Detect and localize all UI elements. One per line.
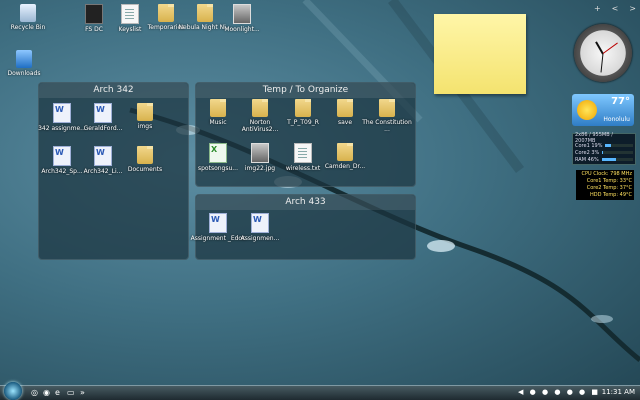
fence-item[interactable]: Documents bbox=[117, 146, 173, 173]
weather-gadget[interactable]: 77° Honolulu bbox=[572, 94, 634, 126]
clock-second-hand bbox=[602, 42, 618, 54]
add-gadget-button[interactable]: + bbox=[594, 4, 601, 16]
show-desktop-icon[interactable]: ▭ bbox=[67, 388, 75, 397]
cpu-row: Core2 3% bbox=[573, 149, 635, 156]
weather-city: Honolulu bbox=[603, 116, 630, 123]
folder-icon bbox=[158, 4, 174, 22]
fence-item[interactable]: imgs bbox=[117, 103, 173, 130]
fence-title: Arch 342 bbox=[39, 83, 188, 98]
clock-gadget[interactable] bbox=[574, 24, 632, 82]
folder-icon bbox=[210, 99, 226, 117]
weather-temperature: 77° bbox=[611, 96, 630, 107]
text-file-icon bbox=[121, 4, 139, 24]
desktop-icon-recycle-bin[interactable]: Recycle Bin bbox=[0, 4, 56, 31]
download-icon bbox=[16, 50, 32, 68]
image-icon bbox=[251, 143, 269, 163]
cpu-clock-readout: CPU Clock: 798 MHz bbox=[581, 171, 632, 177]
system-clock[interactable]: 11:31 AM bbox=[602, 388, 635, 396]
taskbar: ◎ ◉ e ▭ » ◀ ● ● ● ● ● ■ 11:31 AM bbox=[0, 382, 640, 400]
hardware-monitor-gadget[interactable]: CPU Clock: 798 MHz Core1 Temp: 33°C Core… bbox=[576, 170, 634, 200]
word-doc-icon bbox=[94, 103, 112, 123]
meter-bar bbox=[601, 158, 633, 161]
desktop-icon-downloads[interactable]: Downloads bbox=[0, 50, 52, 77]
meter-fill bbox=[601, 158, 617, 161]
explorer-quick-launch-icon[interactable]: ◉ bbox=[43, 388, 50, 397]
quick-launch-more-button[interactable]: » bbox=[80, 388, 85, 397]
fence-arch-342[interactable]: Arch 342 342 assignme... GeraldFord... i… bbox=[38, 82, 189, 260]
excel-icon bbox=[209, 143, 227, 163]
sticky-note-gadget[interactable] bbox=[434, 14, 526, 94]
desktop-icon-moonlight[interactable]: Moonlight... bbox=[214, 4, 270, 33]
volume-icon[interactable]: ● bbox=[554, 388, 562, 396]
sun-icon bbox=[577, 100, 597, 120]
messenger-icon[interactable]: ● bbox=[567, 388, 575, 396]
start-button[interactable] bbox=[4, 382, 22, 400]
folder-icon bbox=[197, 4, 213, 22]
fence-arch-433[interactable]: Arch 433 Assignment _Edoc Assignmen... bbox=[191, 194, 416, 260]
folder-icon bbox=[337, 143, 353, 161]
sidebar-controls: + < > bbox=[594, 4, 636, 16]
tray-expand-icon[interactable]: ◀ bbox=[518, 388, 525, 396]
previous-gadget-button[interactable]: < bbox=[612, 4, 619, 16]
meter-fill bbox=[605, 144, 611, 147]
internet-explorer-quick-launch-icon[interactable]: e bbox=[55, 388, 60, 397]
network-icon[interactable]: ● bbox=[542, 388, 550, 396]
meter-bar bbox=[602, 151, 633, 154]
fence-item[interactable]: The Constitution ... bbox=[359, 99, 415, 133]
clock-minute-hand bbox=[600, 53, 604, 73]
next-gadget-button[interactable]: > bbox=[629, 4, 636, 16]
fence-item[interactable]: Camden_Dr... bbox=[317, 143, 373, 170]
folder-icon bbox=[137, 146, 153, 164]
core2-temp-readout: Core2 Temp: 37°C bbox=[586, 185, 632, 191]
folder-icon bbox=[337, 99, 353, 117]
cpu-meter-gadget[interactable]: 2x86 / 955MB / 2007MB Core1 19% Core2 3%… bbox=[572, 132, 636, 165]
word-doc-icon bbox=[209, 213, 227, 233]
folder-icon bbox=[379, 99, 395, 117]
fence-title: Arch 433 bbox=[196, 195, 415, 210]
tray-icons: ◀ ● ● ● ● ● ■ bbox=[518, 388, 600, 396]
image-icon bbox=[233, 4, 251, 24]
fence-item[interactable]: Assignmen... bbox=[232, 213, 288, 242]
core1-temp-readout: Core1 Temp: 33°C bbox=[586, 178, 632, 184]
security-icon[interactable]: ● bbox=[579, 388, 587, 396]
word-doc-icon bbox=[53, 146, 71, 166]
cpu-row: RAM 46% bbox=[573, 156, 635, 163]
cpu-header: 2x86 / 955MB / 2007MB bbox=[575, 132, 613, 144]
meter-bar bbox=[605, 144, 633, 147]
firefox-quick-launch-icon[interactable]: ◎ bbox=[31, 388, 38, 397]
recycle-bin-icon bbox=[20, 4, 36, 22]
folder-icon bbox=[295, 99, 311, 117]
meter-fill bbox=[602, 151, 604, 154]
hdd-temp-readout: HDD Temp: 49°C bbox=[589, 192, 632, 198]
folder-icon bbox=[137, 103, 153, 121]
text-file-icon bbox=[294, 143, 312, 163]
fence-temp-to-organize[interactable]: Temp / To Organize Music Norton AntiViru… bbox=[195, 82, 416, 187]
word-doc-icon bbox=[94, 146, 112, 166]
word-doc-icon bbox=[251, 213, 269, 233]
warning-icon[interactable]: ● bbox=[530, 388, 538, 396]
monitor-icon[interactable]: ■ bbox=[591, 388, 600, 396]
word-doc-icon bbox=[53, 103, 71, 123]
folder-icon bbox=[252, 99, 268, 117]
file-icon bbox=[85, 4, 103, 24]
fence-title: Temp / To Organize bbox=[196, 83, 415, 98]
